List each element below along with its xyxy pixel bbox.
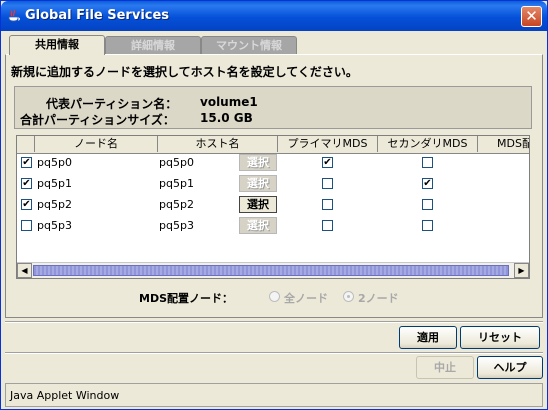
- column-header-primary-mds[interactable]: プライマリMDS: [278, 136, 378, 152]
- total-size-value: 15.0 GB: [200, 111, 253, 125]
- divider: [5, 352, 543, 354]
- table-header: ノード名 ホスト名 プライマリMDS セカンダリMDS MDS配: [17, 136, 529, 154]
- primary-mds-checkbox[interactable]: ✔: [322, 157, 333, 168]
- column-header-node[interactable]: ノード名: [35, 136, 158, 152]
- scroll-right-icon[interactable]: ▶: [514, 263, 529, 278]
- applet-window: Global File Services ✕ 共用情報 詳細情報 マウント情報 …: [0, 0, 548, 410]
- secondary-mds-checkbox[interactable]: ✔: [422, 178, 433, 189]
- secondary-mds-checkbox[interactable]: [422, 199, 433, 210]
- table-row[interactable]: ✔ pq5p0 pq5p0 選択 ✔: [17, 153, 529, 174]
- help-button[interactable]: ヘルプ: [477, 356, 543, 379]
- host-name-cell: pq5p3: [159, 219, 194, 232]
- host-name-cell: pq5p2: [159, 198, 194, 211]
- stop-button[interactable]: 中止: [416, 356, 474, 379]
- node-name-cell: pq5p3: [37, 219, 72, 232]
- row-checkbox[interactable]: ✔: [21, 199, 32, 210]
- close-button[interactable]: ✕: [521, 6, 542, 27]
- radio-two-nodes[interactable]: [343, 291, 354, 302]
- node-name-cell: pq5p2: [37, 198, 72, 211]
- total-size-label: 合計パーティションサイズ：: [20, 113, 175, 127]
- column-header-secondary-mds[interactable]: セカンダリMDS: [378, 136, 478, 152]
- select-host-button[interactable]: 選択: [239, 217, 277, 234]
- scrollbar-thumb[interactable]: [33, 265, 509, 276]
- select-host-button[interactable]: 選択: [239, 175, 277, 192]
- select-host-button[interactable]: 選択: [239, 196, 277, 213]
- status-bar: Java Applet Window: [5, 383, 543, 407]
- tab-shared-info[interactable]: 共用情報: [9, 35, 105, 55]
- radio-two-nodes-label: 2ノード: [358, 292, 399, 305]
- radio-all-nodes[interactable]: [269, 291, 280, 302]
- row-checkbox[interactable]: [21, 220, 32, 231]
- mds-placement-label: MDS配置ノード：: [139, 292, 233, 305]
- tab-mount-info[interactable]: マウント情報: [201, 36, 297, 54]
- rep-partition-label: 代表パーティション名：: [46, 97, 178, 111]
- table-row[interactable]: ✔ pq5p1 pq5p1 選択 ✔: [17, 174, 529, 195]
- instruction-text: 新規に追加するノードを選択してホスト名を設定してください。: [11, 65, 358, 79]
- host-name-cell: pq5p0: [159, 156, 194, 169]
- status-text: Java Applet Window: [10, 389, 120, 402]
- column-header-mds-placement[interactable]: MDS配: [478, 136, 529, 152]
- reset-button[interactable]: リセット: [460, 326, 540, 349]
- node-table: ノード名 ホスト名 プライマリMDS セカンダリMDS MDS配 ✔ pq5p0…: [16, 135, 530, 279]
- tab-detail-info[interactable]: 詳細情報: [105, 36, 201, 54]
- title-bar[interactable]: Global File Services ✕: [1, 1, 547, 31]
- primary-mds-checkbox[interactable]: [322, 220, 333, 231]
- select-host-button[interactable]: 選択: [239, 154, 277, 171]
- window-title: Global File Services: [25, 8, 170, 23]
- column-header-host[interactable]: ホスト名: [158, 136, 278, 152]
- table-row[interactable]: ✔ pq5p2 pq5p2 選択: [17, 195, 529, 216]
- table-row[interactable]: pq5p3 pq5p3 選択: [17, 216, 529, 237]
- scroll-left-icon[interactable]: ◀: [17, 263, 32, 278]
- row-checkbox[interactable]: ✔: [21, 178, 32, 189]
- node-name-cell: pq5p1: [37, 177, 72, 190]
- column-header-check[interactable]: [17, 136, 35, 152]
- secondary-mds-checkbox[interactable]: [422, 157, 433, 168]
- secondary-mds-checkbox[interactable]: [422, 220, 433, 231]
- primary-mds-checkbox[interactable]: [322, 178, 333, 189]
- horizontal-scrollbar[interactable]: ◀ ▶: [17, 262, 529, 278]
- apply-button[interactable]: 適用: [399, 326, 457, 349]
- java-icon: [8, 9, 20, 22]
- divider: [5, 321, 543, 323]
- rep-partition-value: volume1: [200, 95, 258, 109]
- close-icon: ✕: [525, 7, 538, 25]
- primary-mds-checkbox[interactable]: [322, 199, 333, 210]
- radio-all-nodes-label: 全ノード: [284, 292, 328, 305]
- partition-info-box: 代表パーティション名： volume1 合計パーティションサイズ： 15.0 G…: [14, 86, 532, 129]
- row-checkbox[interactable]: ✔: [21, 157, 32, 168]
- host-name-cell: pq5p1: [159, 177, 194, 190]
- node-name-cell: pq5p0: [37, 156, 72, 169]
